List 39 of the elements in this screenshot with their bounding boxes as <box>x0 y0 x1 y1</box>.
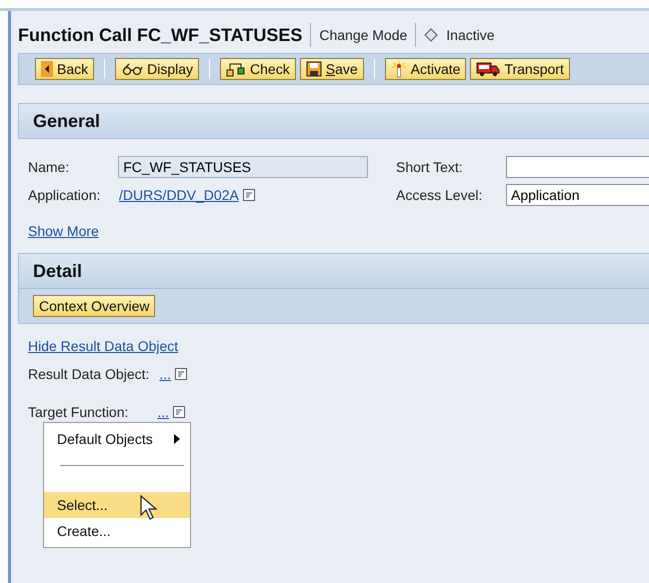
diamond-icon <box>424 28 438 42</box>
mode-label: Change Mode <box>319 27 408 43</box>
show-more-link[interactable]: Show More <box>28 223 99 239</box>
toolbar-button[interactable]: Check <box>220 58 296 80</box>
edit-icon[interactable] <box>242 189 255 201</box>
value-link[interactable]: ... <box>159 366 172 382</box>
application-link[interactable]: /DURS/DDV_D02A <box>119 187 239 203</box>
context-overview-button[interactable]: Context Overview <box>33 295 156 317</box>
field-label: Name: <box>28 159 70 175</box>
hierarchy-icon <box>226 61 246 77</box>
section-title: General <box>33 110 100 132</box>
toolbar-button[interactable]: Display <box>115 58 200 80</box>
hide-result-link[interactable]: Hide Result Data Object <box>28 338 178 354</box>
page-title: Function Call FC_WF_STATUSES <box>18 24 302 46</box>
toolbar-button[interactable]: Activate <box>384 58 466 80</box>
menu-item[interactable]: Default Objects <box>44 426 190 452</box>
access-level-field[interactable]: Application <box>506 184 649 206</box>
value-link[interactable]: ... <box>157 404 170 420</box>
name-field[interactable]: FC_WF_STATUSES <box>118 156 368 178</box>
truck-icon <box>476 61 500 77</box>
field-label: Application: <box>28 187 102 203</box>
glasses-icon <box>121 62 144 76</box>
field-label: Short Text: <box>396 159 464 175</box>
submenu-arrow-icon <box>174 434 180 444</box>
edit-icon[interactable] <box>175 368 188 380</box>
status-label: Inactive <box>446 27 495 43</box>
field-label: Target Function: <box>28 404 128 420</box>
section-title: Detail <box>33 260 82 282</box>
field-label: Result Data Object: <box>28 366 150 382</box>
short-text-field[interactable] <box>506 156 649 178</box>
menu-item[interactable]: Select... <box>44 492 190 518</box>
menu-item[interactable]: Create... <box>44 518 190 544</box>
edit-icon[interactable] <box>173 406 186 418</box>
match-icon <box>390 60 407 78</box>
mouse-cursor-icon <box>140 495 158 521</box>
toolbar-button[interactable]: Transport <box>470 58 570 80</box>
toolbar-button[interactable]: Save <box>300 58 364 80</box>
toolbar-button[interactable]: Back <box>35 58 94 80</box>
field-label: Access Level: <box>396 187 484 203</box>
